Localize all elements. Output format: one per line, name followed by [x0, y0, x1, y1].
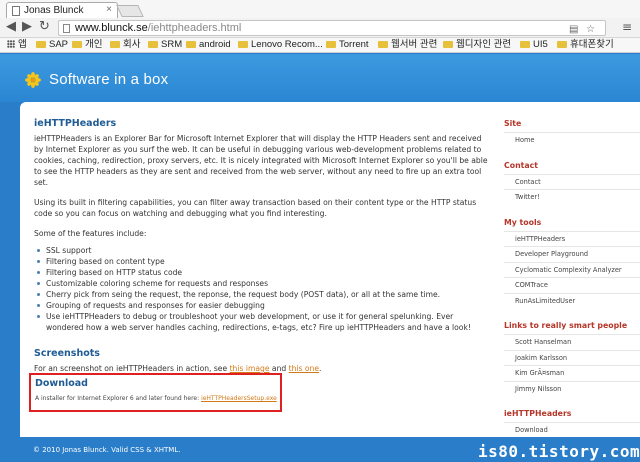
sidebar-item-home[interactable]: Home — [504, 132, 640, 148]
sidebar-contact: Contact Contact Twitter! — [504, 160, 640, 205]
download-heading: Download — [35, 378, 88, 389]
content-panel: ieHTTPHeaders ieHTTPHeaders is an Explor… — [20, 102, 640, 437]
list-item: Grouping of requests and responses for e… — [37, 300, 491, 311]
bookmark-personal[interactable]: 개인 — [72, 38, 102, 53]
bookmark-lenovo[interactable]: Lenovo Recom... — [238, 38, 323, 53]
bookmark-company[interactable]: 회사 — [110, 38, 140, 53]
sidebar-site: Site Home — [504, 118, 640, 148]
sidebar-item-contact[interactable]: Contact — [504, 173, 640, 190]
sidebar-item-download[interactable]: Download — [504, 422, 640, 438]
address-bar[interactable]: www.blunck.se/iehttpheaders.html ▤ ☆ — [58, 20, 606, 36]
folder-icon — [186, 40, 196, 48]
folder-icon — [36, 40, 46, 48]
bookmark-findphone[interactable]: 휴대폰찾기 — [557, 38, 614, 53]
folder-icon — [326, 40, 336, 48]
star-icon[interactable]: ☆ — [586, 24, 595, 35]
forward-icon[interactable]: ▶ — [22, 20, 32, 34]
reload-icon[interactable]: ↻ — [39, 20, 50, 34]
bookmarks-bar: 앱 SAP 개인 회사 SRM android Lenovo Recom... … — [0, 38, 640, 53]
bookmark-webdesign[interactable]: 웹디자인 관련 — [443, 38, 511, 53]
sidebar-title-tools: My tools — [504, 217, 542, 227]
folder-icon — [148, 40, 158, 48]
sidebar-title-site: Site — [504, 119, 522, 128]
sidebar-item-iehttpheaders[interactable]: ieHTTPHeaders — [504, 230, 640, 247]
flower-logo-icon — [25, 72, 41, 88]
this-one-link[interactable]: this one — [289, 364, 319, 373]
url-path: /iehttpheaders.html — [147, 22, 242, 34]
sidebar-item-joakim-karlsson[interactable]: Joakim Karlsson — [504, 349, 640, 366]
bookmark-webserver[interactable]: 웹서버 관련 — [378, 38, 437, 53]
folder-icon — [238, 40, 248, 48]
footer-text: © 2010 Jonas Blunck. Valid CSS & XHTML. — [33, 446, 181, 454]
this-image-link[interactable]: this image — [230, 364, 270, 373]
folder-icon — [72, 40, 82, 48]
back-icon[interactable]: ◀ — [6, 20, 16, 34]
folder-icon — [443, 40, 453, 48]
screenshots-heading: Screenshots — [34, 348, 100, 359]
sidebar-item-comtrace[interactable]: COMTrace — [504, 277, 640, 293]
close-icon[interactable]: × — [106, 4, 112, 15]
intro-paragraph: ieHTTPHeaders is an Explorer Bar for Mic… — [34, 134, 488, 187]
folder-icon — [520, 40, 530, 48]
tab-jonas-blunck[interactable]: Jonas Blunck × — [6, 2, 118, 18]
sidebar: Site Home Contact Contact Twitter! My to… — [504, 118, 640, 450]
bookmark-apps[interactable]: 앱 — [7, 38, 27, 53]
page-title: ieHTTPHeaders — [34, 118, 117, 129]
sidebar-item-cyclomatic-complexity[interactable]: Cyclomatic Complexity Analyzer — [504, 261, 640, 278]
bookmark-srm[interactable]: SRM — [148, 38, 182, 53]
sidebar-item-developer-playground[interactable]: Developer Playground — [504, 246, 640, 262]
download-text: A installer for Internet Explorer 6 and … — [35, 395, 277, 402]
sidebar-title-contact: Contact — [504, 160, 538, 170]
apps-icon — [7, 39, 15, 48]
folder-icon — [378, 40, 388, 48]
page-icon — [12, 6, 20, 16]
sidebar-item-jimmy-nilsson[interactable]: Jimmy Nilsson — [504, 380, 640, 397]
features-intro: Some of the features include: — [34, 229, 147, 238]
tab-title: Jonas Blunck — [24, 5, 84, 16]
tab-strip: Jonas Blunck × — [0, 0, 640, 18]
bookmark-sap[interactable]: SAP — [36, 38, 68, 53]
download-section-highlight: Download A installer for Internet Explor… — [29, 373, 282, 412]
filtering-paragraph: Using its built in filtering capabilitie… — [34, 198, 477, 218]
list-item: SSL support — [37, 245, 491, 256]
sidebar-links: Links to really smart people Scott Hanse… — [504, 320, 640, 396]
sidebar-item-kim-grasman[interactable]: Kim GrÃ¤sman — [504, 365, 640, 381]
site-header: Software in a box — [0, 54, 640, 102]
watermark-text: is80.tistory.com — [478, 442, 640, 461]
list-item: Use ieHTTPHeaders to debug or troublesho… — [37, 311, 491, 333]
list-item: Customizable coloring scheme for request… — [37, 278, 491, 289]
new-tab-button[interactable] — [116, 5, 144, 17]
sidebar-tools: My tools ieHTTPHeaders Developer Playgro… — [504, 217, 640, 309]
folder-icon — [110, 40, 120, 48]
main-content: ieHTTPHeaders ieHTTPHeaders is an Explor… — [34, 118, 491, 383]
translate-icon[interactable]: ▤ — [569, 24, 578, 35]
bookmark-ui5[interactable]: UI5 — [520, 38, 548, 53]
sidebar-title-links: Links to really smart people — [504, 321, 628, 330]
list-item: Filtering based on HTTP status code — [37, 267, 491, 278]
browser-toolbar: ◀ ▶ ↻ www.blunck.se/iehttpheaders.html ▤… — [0, 18, 640, 38]
site-title[interactable]: Software in a box — [49, 71, 168, 88]
sidebar-item-scott-hanselman[interactable]: Scott Hanselman — [504, 334, 640, 350]
menu-icon[interactable]: ≡ — [622, 20, 632, 34]
features-list: SSL support Filtering based on content t… — [37, 245, 491, 333]
download-setup-link[interactable]: ieHTTPHeadersSetup.exe — [201, 395, 277, 402]
list-item: Filtering based on content type — [37, 256, 491, 267]
sidebar-title-iehttpheaders: ieHTTPHeaders — [504, 409, 572, 418]
bookmark-torrent[interactable]: Torrent — [326, 38, 369, 53]
folder-icon — [557, 40, 567, 48]
bookmark-android[interactable]: android — [186, 38, 231, 53]
page-icon — [63, 24, 70, 33]
sidebar-iehttpheaders: ieHTTPHeaders Download — [504, 408, 640, 438]
sidebar-item-runaslimiteduser[interactable]: RunAsLimitedUser — [504, 292, 640, 309]
list-item: Cherry pick from seing the request, the … — [37, 289, 491, 300]
sidebar-item-twitter[interactable]: Twitter! — [504, 189, 640, 205]
url-domain: www.blunck.se — [75, 22, 148, 34]
